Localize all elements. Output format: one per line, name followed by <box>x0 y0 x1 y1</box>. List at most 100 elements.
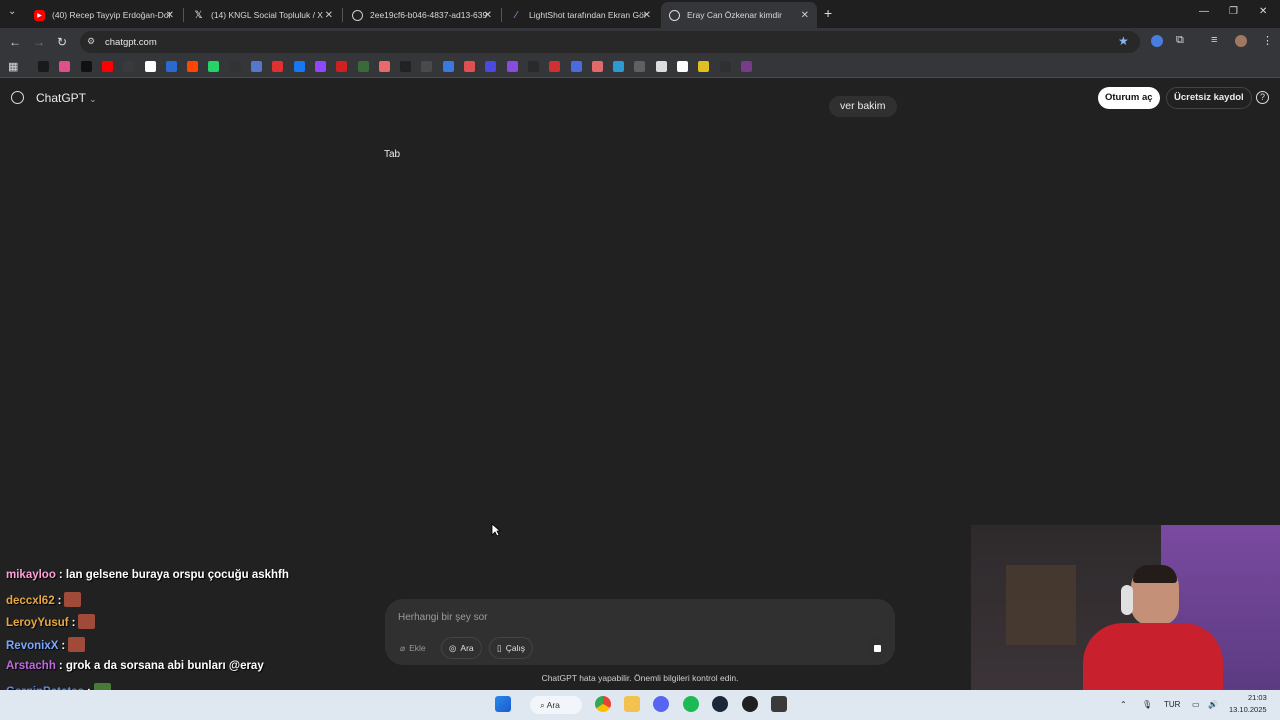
chevron-down-icon: ⌄ <box>89 94 97 104</box>
volume-icon[interactable]: 🔊 <box>1208 700 1218 709</box>
bookmark-google-icon[interactable] <box>144 61 156 72</box>
new-tab-icon[interactable]: + <box>824 5 832 21</box>
login-button[interactable]: Oturum aç <box>1098 87 1160 109</box>
tab-4[interactable]: ⁄ LightShot tarafından Ekran Gör ✕ <box>503 2 659 28</box>
site-info-icon[interactable]: ⚙ <box>87 36 95 47</box>
apps-grid-icon[interactable]: ▦ <box>8 60 18 73</box>
menu-kebab-icon[interactable]: ⋮ <box>1262 34 1273 47</box>
close-icon[interactable]: ✕ <box>325 10 333 21</box>
search-label: Ara <box>460 643 474 653</box>
chat-message: deccxl62: <box>6 592 82 607</box>
close-window-icon[interactable]: ✕ <box>1259 6 1267 17</box>
bookmark-x-icon[interactable] <box>80 61 92 72</box>
restore-icon[interactable]: ❐ <box>1229 6 1238 17</box>
bookmark-plant-icon[interactable] <box>357 61 369 72</box>
bookmark-bar-icon[interactable] <box>634 61 646 72</box>
globe-icon: ◎ <box>449 643 457 653</box>
network-icon[interactable]: ▭ <box>1192 700 1200 709</box>
bookmark-gmail-icon[interactable] <box>123 61 135 72</box>
search-icon: ⌕ <box>540 700 545 710</box>
bookmark-openai-icon[interactable] <box>655 61 667 72</box>
bookmark-site-icon[interactable] <box>336 61 348 72</box>
close-icon[interactable]: ✕ <box>801 10 809 21</box>
spotify-icon[interactable] <box>683 696 699 712</box>
stop-generating-button[interactable] <box>866 637 888 659</box>
url-text[interactable]: chatgpt.com <box>105 37 157 48</box>
bookmark-stack-icon[interactable] <box>677 61 688 72</box>
bookmark-link-icon[interactable] <box>251 61 262 72</box>
taskbar-search[interactable]: ⌕ Ara <box>530 696 582 714</box>
bookmark-cake-icon[interactable] <box>591 61 603 72</box>
bookmark-facebook-icon[interactable] <box>293 61 305 72</box>
obs-icon[interactable] <box>742 696 758 712</box>
help-icon[interactable]: ? <box>1256 91 1269 104</box>
bookmark-chart-icon[interactable] <box>549 61 561 72</box>
bookmark-tb-icon[interactable] <box>719 61 731 72</box>
windows-start-icon[interactable] <box>495 696 511 712</box>
attach-button[interactable]: ⌀ Ekle <box>392 637 434 659</box>
tab-5-active[interactable]: Eray Can Özkenar kimdir ✕ <box>661 2 817 28</box>
chrome-icon[interactable] <box>595 696 611 712</box>
extension-icon[interactable] <box>1151 35 1163 47</box>
windows-taskbar <box>0 690 1280 720</box>
signup-button[interactable]: Ücretsiz kaydol <box>1166 87 1252 109</box>
minimize-icon[interactable]: — <box>1199 6 1209 17</box>
file-explorer-icon[interactable] <box>624 696 640 712</box>
tab-1[interactable]: ▶ (40) Recep Tayyip Erdoğan-Dol ✕ <box>26 2 182 28</box>
study-button[interactable]: ▯ Çalış <box>489 637 534 659</box>
bookmark-instagram-icon[interactable] <box>59 61 71 72</box>
bookmark-disk-icon[interactable] <box>378 61 390 72</box>
tab-2[interactable]: 𝕏 (14) KNGL Social Topluluk / X ✕ <box>185 2 341 28</box>
feather-icon: ⁄ <box>515 9 518 21</box>
close-icon[interactable]: ✕ <box>484 10 492 21</box>
tray-chevron-icon[interactable]: ⌃ <box>1120 700 1127 709</box>
chatgpt-logo-icon <box>11 91 24 104</box>
bookmark-play-icon[interactable] <box>570 61 582 72</box>
clock-date[interactable]: 13.10.2025 <box>1229 705 1267 714</box>
model-selector[interactable]: ChatGPT ⌄ <box>36 91 97 105</box>
bookmark-kick-icon[interactable] <box>38 61 49 72</box>
bookmark-youtube-icon[interactable] <box>101 61 113 72</box>
chat-text: : grok a da sorsana abi bunları @eray <box>58 660 264 672</box>
extensions-puzzle-icon[interactable]: ⧉ <box>1176 34 1184 47</box>
tab-search-dropdown-icon[interactable]: ⌄ <box>8 6 16 17</box>
bookmark-blue-icon[interactable] <box>613 61 625 72</box>
reload-icon[interactable]: ↻ <box>57 35 67 49</box>
back-icon[interactable]: ← <box>9 35 21 49</box>
bookmark-frame-icon[interactable] <box>506 61 518 72</box>
bookmark-game-icon[interactable] <box>272 61 284 72</box>
bookmark-social-icon[interactable] <box>442 61 454 72</box>
bookmark-prime-icon[interactable] <box>421 61 433 72</box>
clock-time[interactable]: 21:03 <box>1248 693 1267 702</box>
address-bar[interactable] <box>80 31 1140 53</box>
bookmark-edge-icon[interactable] <box>485 61 497 72</box>
language-indicator[interactable]: TUR <box>1164 700 1180 709</box>
tab-label: (40) Recep Tayyip Erdoğan-Dol <box>52 10 171 20</box>
bookmark-telegram-icon[interactable] <box>165 61 177 72</box>
discord-icon[interactable] <box>653 696 669 712</box>
bookmark-twitch-icon[interactable] <box>314 61 326 72</box>
bookmark-kt-icon[interactable] <box>740 61 752 72</box>
bookmark-bluesky-icon[interactable] <box>400 61 412 72</box>
bookmark-photo-icon[interactable] <box>464 61 475 72</box>
calculator-icon[interactable] <box>771 696 787 712</box>
bookmark-app-icon[interactable] <box>229 61 241 72</box>
tab-3[interactable]: 2ee19cf6-b046-4837-ad13-639 ✕ <box>344 2 500 28</box>
search-button[interactable]: ◎ Ara <box>441 637 482 659</box>
prompt-input[interactable]: Herhangi bir şey sor <box>398 612 487 623</box>
bookmark-whatsapp-icon[interactable] <box>208 61 220 72</box>
steam-icon[interactable] <box>712 696 728 712</box>
bookmark-vinyl-icon[interactable] <box>527 61 539 72</box>
bookmark-yellow-icon[interactable] <box>698 61 710 72</box>
assistant-response: Tab <box>384 149 401 160</box>
media-control-icon[interactable]: ≡ <box>1211 34 1217 46</box>
chat-username: Arstachh <box>6 660 56 672</box>
bookmark-star-icon[interactable]: ★ <box>1118 34 1129 48</box>
close-icon[interactable]: ✕ <box>643 10 651 21</box>
bookmark-reddit-icon[interactable] <box>187 61 199 72</box>
chat-message: LeroyYusuf: <box>6 614 96 629</box>
forward-icon[interactable]: → <box>33 35 45 49</box>
close-icon[interactable]: ✕ <box>166 10 174 21</box>
microphone-icon[interactable]: 🎙 <box>1142 700 1152 709</box>
profile-avatar[interactable] <box>1235 35 1247 47</box>
